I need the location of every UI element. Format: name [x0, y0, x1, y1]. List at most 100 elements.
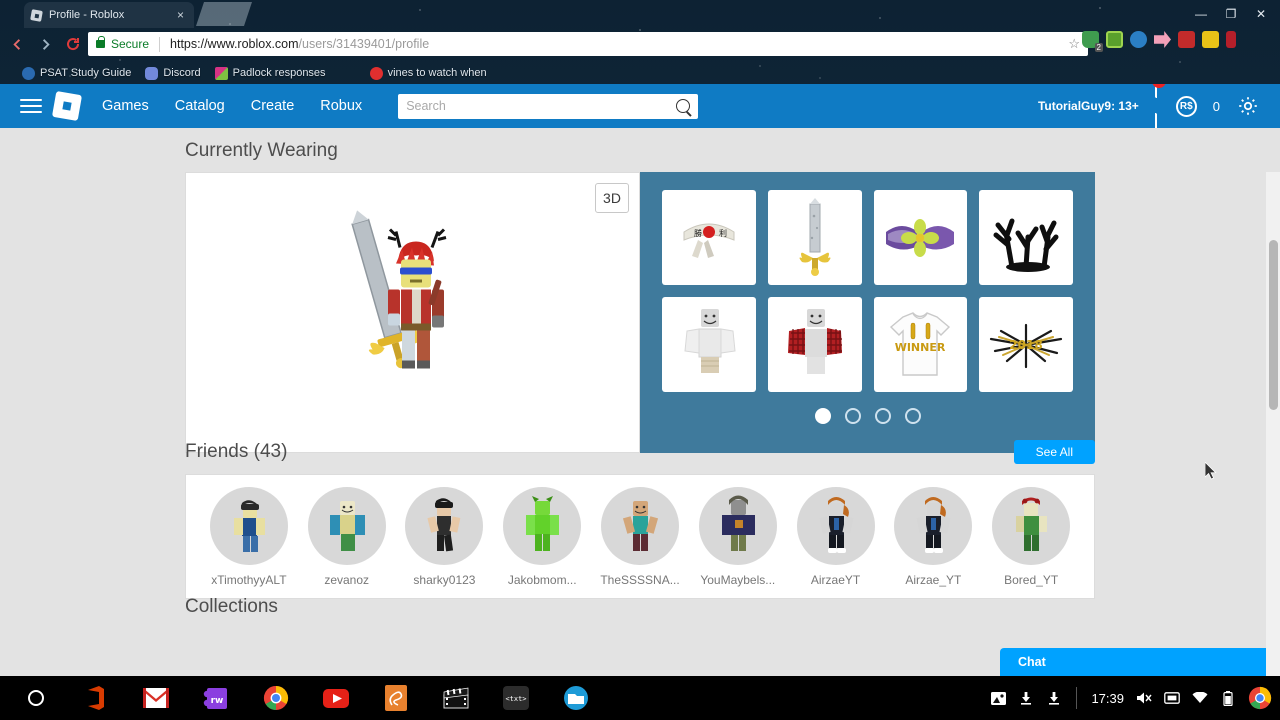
download-tray-icon[interactable] [1018, 690, 1034, 706]
avatar [992, 486, 1071, 565]
pagination-dot-4[interactable] [904, 408, 921, 424]
hamburger-icon[interactable] [20, 95, 42, 117]
youtube-icon [369, 66, 383, 80]
taskbar-clock[interactable]: 17:39 [1091, 691, 1124, 706]
friend-item[interactable]: sharky0123 [396, 486, 494, 587]
svg-text:<txt>: <txt> [505, 695, 526, 703]
reload-icon[interactable] [62, 33, 84, 55]
pagination-dot-1[interactable] [814, 408, 831, 424]
red-chart-extension-icon[interactable] [1178, 31, 1195, 48]
adblock-shield-extension-icon[interactable]: 2 [1082, 31, 1103, 52]
nav-link-robux[interactable]: Robux [320, 98, 362, 114]
bookmark-vines-to-watch-when[interactable]: vines to watch when [369, 66, 487, 80]
avatar [503, 486, 582, 565]
taskbar-rw-puzzle-app[interactable]: rw [186, 676, 246, 720]
friend-item[interactable]: xTimothyyALT [200, 486, 298, 587]
nav-link-games[interactable]: Games [102, 98, 149, 114]
bookmark-psat-study-guide[interactable]: PSAT Study Guide [22, 66, 132, 80]
taskbar-movie-maker[interactable] [426, 676, 486, 720]
asset-gold-2018-sparkle[interactable]: 2018 [979, 297, 1073, 392]
asset-red-plaid-flannel[interactable] [767, 297, 862, 392]
taskbar-google-chrome[interactable] [246, 676, 306, 720]
friend-item[interactable]: zevanoz [298, 486, 396, 587]
view-3d-button[interactable]: 3D [595, 183, 629, 213]
friend-item[interactable]: Jakobmom... [493, 486, 591, 587]
close-icon[interactable]: × [173, 7, 188, 23]
search-box[interactable] [398, 93, 699, 119]
friend-item[interactable]: YouMaybels... [689, 486, 787, 587]
robux-amount: 0 [1212, 98, 1220, 114]
search-input[interactable] [406, 99, 677, 113]
taskbar-cortana-search[interactable] [6, 676, 66, 720]
robux-icon[interactable]: R$ [1175, 95, 1197, 117]
nav-link-catalog[interactable]: Catalog [175, 98, 225, 114]
image-tray-icon[interactable] [990, 690, 1006, 706]
pagination-dot-2[interactable] [844, 408, 861, 424]
url-path: /users/31439401/profile [298, 37, 430, 51]
new-tab-button[interactable] [196, 2, 252, 26]
worn-assets-grid: 勝 利 WINNER 2018 [662, 190, 1073, 392]
asset-winner-chain-tshirt[interactable]: WINNER [873, 297, 968, 392]
asset-stone-sword[interactable] [767, 190, 862, 285]
bookmark-label: PSAT Study Guide [40, 67, 132, 79]
wifi-icon[interactable] [1192, 690, 1208, 706]
bookmark-star-icon[interactable]: ☆ [1068, 36, 1080, 52]
taskbar-gmail[interactable] [126, 676, 186, 720]
nav-link-create[interactable]: Create [251, 98, 295, 114]
tray-divider [1076, 687, 1078, 709]
search-icon[interactable] [676, 99, 691, 113]
notifications-button[interactable]: 1 [1151, 84, 1166, 134]
browser-tab-profile-roblox[interactable]: Profile - Roblox × [24, 2, 194, 28]
pink-arrow-extension-icon[interactable] [1154, 31, 1171, 48]
chat-bar[interactable]: Chat [1000, 648, 1280, 676]
volume-muted-icon[interactable] [1136, 690, 1152, 706]
gear-icon[interactable] [1236, 94, 1260, 118]
friend-item[interactable]: Airzae_YT [884, 486, 982, 587]
battery-icon[interactable] [1220, 690, 1236, 706]
bookmark-discord[interactable]: Discord [145, 66, 201, 80]
windows-taskbar: rw <txt> 17:39 [0, 676, 1280, 720]
back-icon[interactable] [6, 33, 28, 55]
minimize-icon[interactable]: — [1186, 2, 1216, 26]
yellow-note-extension-icon[interactable] [1202, 31, 1219, 48]
taskbar-file-explorer[interactable] [546, 676, 606, 720]
taskbar-microsoft-office[interactable] [66, 676, 126, 720]
blue-globe-extension-icon[interactable] [1130, 31, 1147, 48]
asset-japanese-headband[interactable]: 勝 利 [662, 190, 756, 285]
nav-right-group: TutorialGuy9: 13+ 1 R$ 0 [1038, 84, 1266, 134]
page-scrollbar-thumb[interactable] [1269, 240, 1278, 410]
screen-icon[interactable] [1164, 690, 1180, 706]
friend-item[interactable]: AirzaeYT [787, 486, 885, 587]
taskbar-text-editor[interactable]: <txt> [486, 676, 546, 720]
currently-wearing-header: Currently Wearing [185, 140, 1095, 172]
asset-black-antlers[interactable] [979, 190, 1073, 285]
svg-text:rw: rw [211, 696, 224, 706]
user-label[interactable]: TutorialGuy9: 13+ [1038, 99, 1139, 113]
roblox-logo-icon[interactable] [51, 90, 83, 122]
page-scrollbar-track[interactable] [1266, 172, 1280, 676]
see-all-friends-button[interactable]: See All [1013, 440, 1095, 464]
forward-icon[interactable] [34, 33, 56, 55]
window-controls: — ❐ ✕ [1186, 0, 1276, 28]
friend-item[interactable]: Bored_YT [982, 486, 1080, 587]
close-window-icon[interactable]: ✕ [1246, 2, 1276, 26]
asset-white-shirt-torso[interactable] [662, 297, 756, 392]
asset-purple-flower-visor[interactable] [873, 190, 968, 285]
roblox-navigation-bar: Games Catalog Create Robux TutorialGuy9:… [0, 84, 1280, 134]
bookmark-padlock-responses[interactable]: Padlock responses [214, 66, 326, 80]
messages-icon [1154, 84, 1160, 134]
download-tray-icon-2[interactable] [1046, 690, 1062, 706]
chrome-tray-icon[interactable] [1248, 686, 1272, 710]
taskbar-orange-note-app[interactable] [366, 676, 426, 720]
friend-item[interactable]: TheSSSSNA... [591, 486, 689, 587]
address-bar[interactable]: Secure https://www.roblox.com/users/3143… [88, 32, 1088, 56]
pagination-dot-3[interactable] [874, 408, 891, 424]
green-box-extension-icon[interactable] [1106, 31, 1123, 48]
taskbar-youtube[interactable] [306, 676, 366, 720]
restore-icon[interactable]: ❐ [1216, 2, 1246, 26]
friend-name: TheSSSSNA... [600, 572, 680, 587]
red-menu-extension-icon[interactable] [1226, 31, 1236, 48]
avatar-preview[interactable]: 3D [185, 172, 640, 453]
svg-text:勝: 勝 [694, 228, 702, 238]
avatar [698, 486, 777, 565]
